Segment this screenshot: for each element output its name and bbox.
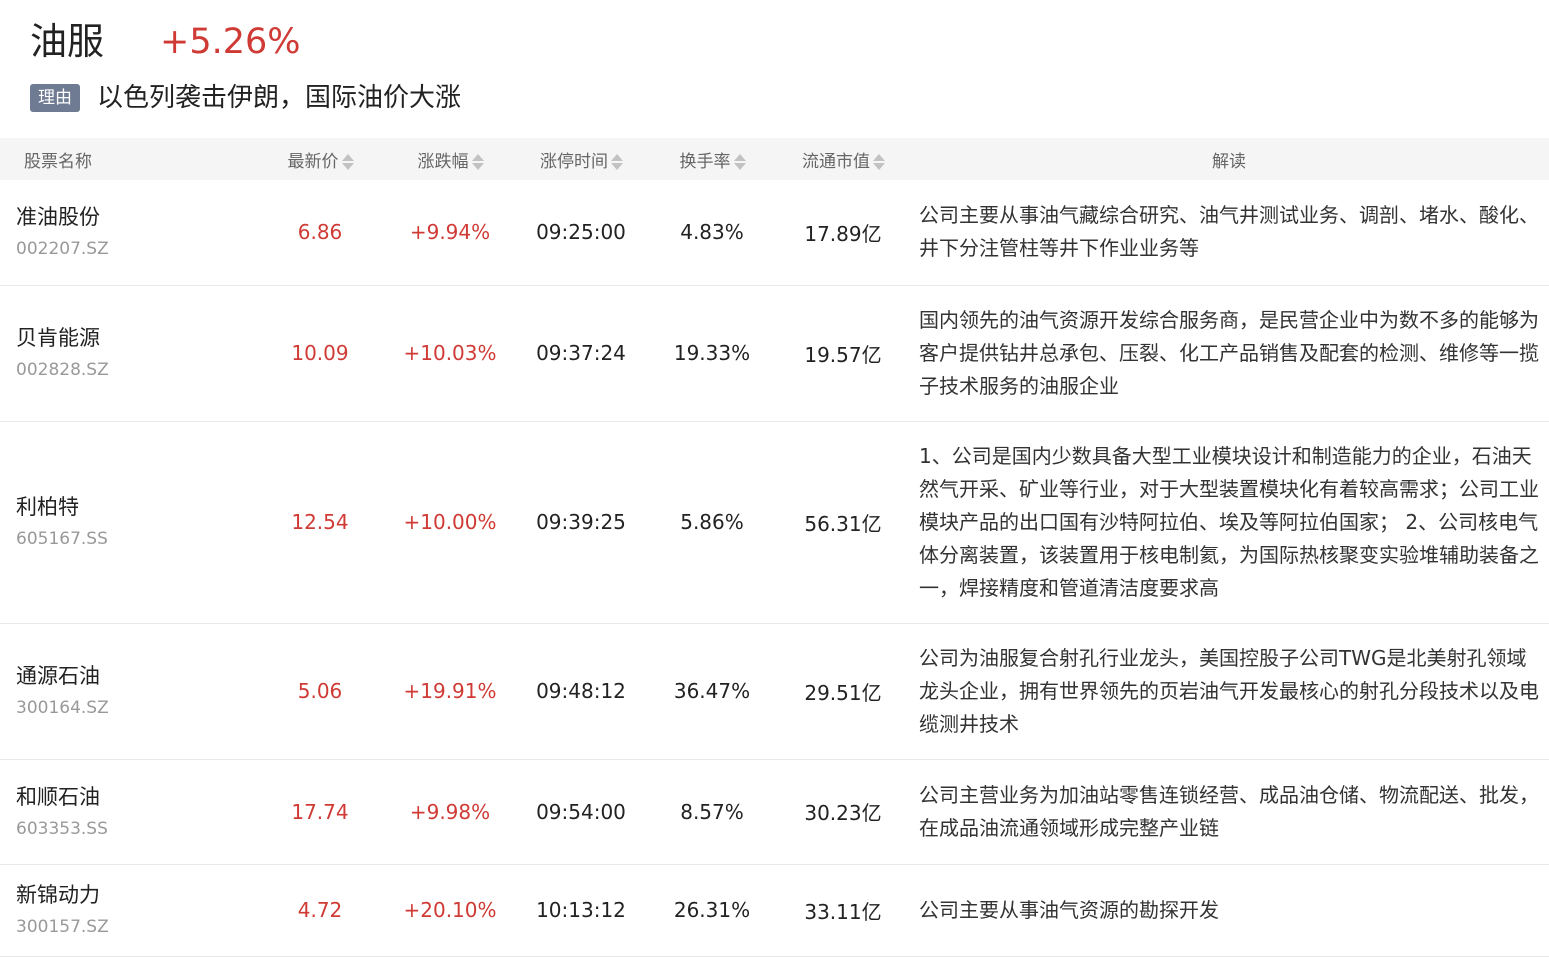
column-header-market-cap[interactable]: 流通市值: [777, 138, 909, 180]
stock-name[interactable]: 通源石油: [16, 661, 255, 691]
column-header-price[interactable]: 最新价: [255, 138, 385, 180]
stock-market-cap: 29.51亿: [804, 680, 882, 705]
stock-limit-time: 09:25:00: [536, 220, 626, 245]
column-header-turnover-label: 换手率: [679, 151, 731, 172]
stock-name[interactable]: 和顺石油: [16, 782, 255, 812]
sort-icon[interactable]: [471, 153, 484, 171]
stock-limit-time: 09:39:25: [536, 510, 626, 534]
stock-price: 10.09: [291, 341, 349, 365]
stock-analysis: 1、公司是国内少数具备大型工业模块设计和制造能力的企业，石油天然气开采、矿业等行…: [919, 443, 1539, 600]
stock-price: 17.74: [291, 799, 349, 824]
stock-table: 股票名称 最新价 涨跌幅 涨停时间 换手率 流通市值 解读 准油股份 00220…: [0, 138, 1549, 957]
column-header-name-label: 股票名称: [24, 151, 92, 172]
stock-code: 300164.SZ: [16, 698, 109, 718]
stock-limit-time: 09:54:00: [536, 799, 626, 824]
stock-turnover: 8.57%: [680, 799, 744, 824]
table-row[interactable]: 通源石油 300164.SZ 5.06 +19.91% 09:48:12 36.…: [0, 623, 1549, 759]
stock-turnover: 19.33%: [673, 341, 751, 365]
column-header-price-label: 最新价: [287, 151, 339, 172]
column-header-analysis-label: 解读: [1212, 151, 1246, 172]
table-row[interactable]: 准油股份 002207.SZ 6.86 +9.94% 09:25:00 4.83…: [0, 180, 1549, 285]
stock-turnover: 5.86%: [680, 510, 744, 534]
stock-price: 4.72: [297, 898, 343, 922]
stock-analysis: 公司主要从事油气藏综合研究、油气井测试业务、调剖、堵水、酸化、井下分注管柱等井下…: [919, 203, 1539, 261]
stock-name[interactable]: 利柏特: [16, 492, 255, 522]
stock-price: 12.54: [291, 510, 349, 534]
sort-icon[interactable]: [341, 153, 354, 171]
stock-name-cell[interactable]: 新锦动力 300157.SZ: [0, 864, 255, 956]
stock-code: 603353.SS: [16, 818, 108, 839]
stock-limit-time: 10:13:12: [536, 898, 626, 922]
stock-name-cell[interactable]: 通源石油 300164.SZ: [0, 623, 255, 759]
stock-code: 605167.SS: [16, 529, 108, 549]
stock-change: +19.91%: [403, 679, 497, 703]
table-header-row: 股票名称 最新价 涨跌幅 涨停时间 换手率 流通市值 解读: [0, 138, 1549, 180]
stock-name-cell[interactable]: 准油股份 002207.SZ: [0, 180, 255, 285]
column-header-limit-time[interactable]: 涨停时间: [515, 138, 647, 180]
stock-price: 5.06: [297, 679, 343, 703]
stock-price: 6.86: [297, 220, 343, 245]
sort-icon[interactable]: [610, 153, 623, 171]
stock-turnover: 26.31%: [673, 898, 751, 922]
column-header-turnover[interactable]: 换手率: [647, 138, 777, 180]
stock-code: 002828.SZ: [16, 360, 109, 380]
stock-analysis: 公司主要从事油气资源的勘探开发: [919, 897, 1219, 922]
stock-turnover: 36.47%: [673, 679, 751, 703]
stock-market-cap: 17.89亿: [804, 221, 882, 246]
stock-limit-time: 09:37:24: [536, 341, 626, 365]
column-header-name: 股票名称: [0, 138, 255, 180]
stock-change: +9.98%: [409, 799, 491, 824]
stock-name-cell[interactable]: 利柏特 605167.SS: [0, 421, 255, 623]
stock-change: +20.10%: [403, 898, 497, 922]
stock-code: 002207.SZ: [16, 239, 109, 260]
stock-analysis: 公司为油服复合射孔行业龙头，美国控股子公司TWG是北美射孔领域龙头企业，拥有世界…: [919, 645, 1539, 736]
sort-icon[interactable]: [872, 153, 885, 171]
stock-name[interactable]: 准油股份: [16, 202, 255, 232]
table-row[interactable]: 贝肯能源 002828.SZ 10.09 +10.03% 09:37:24 19…: [0, 285, 1549, 421]
stock-name-cell[interactable]: 贝肯能源 002828.SZ: [0, 285, 255, 421]
stock-change: +10.03%: [403, 341, 497, 365]
stock-name[interactable]: 新锦动力: [16, 880, 255, 910]
stock-market-cap: 56.31亿: [804, 511, 882, 536]
column-header-market-cap-label: 流通市值: [802, 151, 870, 172]
sector-header: 油服 +5.26% 理由 以色列袭击伊朗，国际油价大涨: [0, 0, 1549, 138]
stock-analysis: 国内领先的油气资源开发综合服务商，是民营企业中为数不多的能够为客户提供钻井总承包…: [919, 307, 1539, 398]
stock-change: +10.00%: [403, 510, 497, 534]
stock-change: +9.94%: [409, 220, 491, 245]
column-header-change-label: 涨跌幅: [417, 151, 469, 172]
sector-change: +5.26%: [160, 22, 301, 62]
reason-text: 以色列袭击伊朗，国际油价大涨: [97, 83, 462, 113]
table-row[interactable]: 新锦动力 300157.SZ 4.72 +20.10% 10:13:12 26.…: [0, 864, 1549, 956]
stock-code: 300157.SZ: [16, 917, 109, 937]
stock-market-cap: 30.23亿: [804, 801, 882, 825]
stock-market-cap: 33.11亿: [804, 899, 882, 924]
stock-name-cell[interactable]: 和顺石油 603353.SS: [0, 759, 255, 864]
column-header-change[interactable]: 涨跌幅: [385, 138, 515, 180]
column-header-limit-time-label: 涨停时间: [540, 151, 608, 172]
stock-name[interactable]: 贝肯能源: [16, 323, 255, 353]
stock-market-cap: 19.57亿: [804, 342, 882, 367]
table-row[interactable]: 利柏特 605167.SS 12.54 +10.00% 09:39:25 5.8…: [0, 421, 1549, 623]
stock-turnover: 4.83%: [680, 220, 744, 245]
stock-analysis: 公司主营业务为加油站零售连锁经营、成品油仓储、物流配送、批发，在成品油流通领域形…: [919, 782, 1539, 840]
sort-icon[interactable]: [733, 153, 746, 171]
reason-tag: 理由: [30, 84, 80, 112]
stock-limit-time: 09:48:12: [536, 679, 626, 703]
table-row[interactable]: 和顺石油 603353.SS 17.74 +9.98% 09:54:00 8.5…: [0, 759, 1549, 864]
sector-name: 油服: [30, 20, 104, 63]
column-header-analysis: 解读: [909, 138, 1549, 180]
